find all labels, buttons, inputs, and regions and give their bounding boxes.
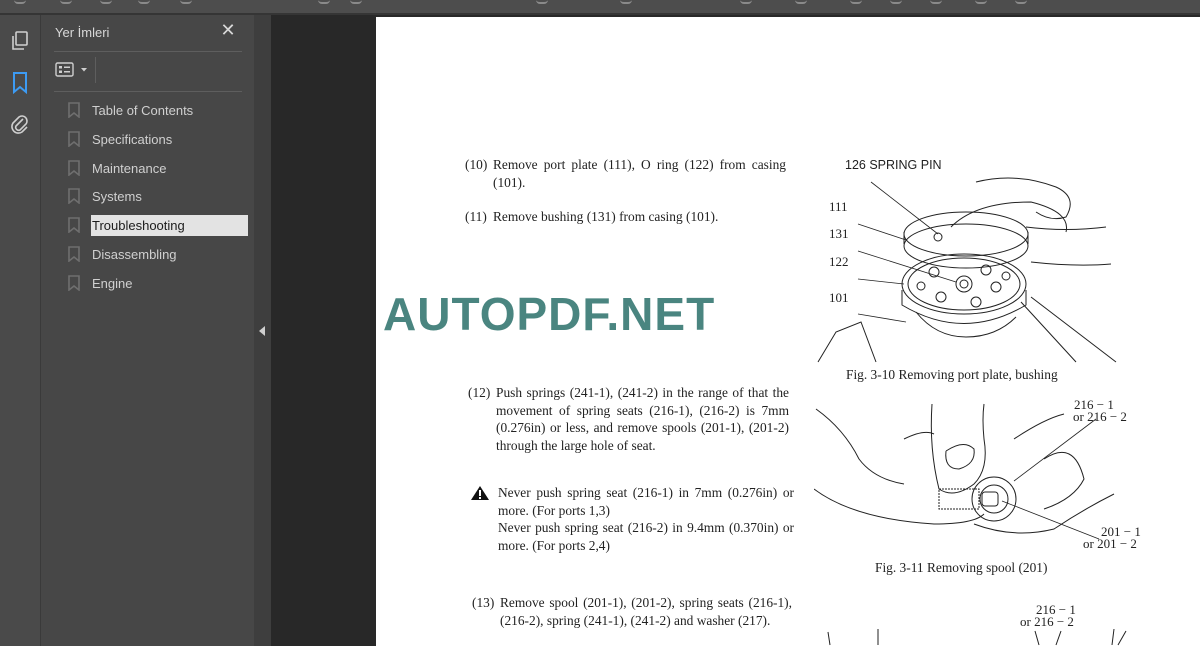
step-11: (11) Remove bushing (131) from casing (1… [465,208,865,226]
bookmark-icon [68,188,80,204]
chevron-down-icon [81,68,87,72]
bookmark-icon [68,246,80,262]
bookmark-label: Maintenance [92,160,167,176]
toolbar-icon[interactable] [850,0,862,4]
top-toolbar [0,0,1200,15]
toolbar-icon[interactable] [620,0,632,4]
label-216-2: or 216 − 2 [1073,409,1127,424]
figure-partial-illustration [827,628,1127,646]
toolbar-icon[interactable] [318,0,330,4]
bookmark-label: Disassembling [92,246,177,262]
toolbar-icon[interactable] [100,0,112,4]
step-number: (13) [472,595,495,610]
step-number: (12) [468,385,491,400]
step-text: Remove spool (201-1), (201-2), spring se… [500,595,792,628]
bookmark-item-disassembling[interactable]: Disassembling [68,242,181,266]
step-12: (12) Push springs (241-1), (241-2) in th… [468,384,789,454]
toolbar-icon[interactable] [14,0,26,4]
divider [54,91,242,92]
toolbar-icon[interactable] [890,0,902,4]
bookmark-label: Engine [92,275,133,291]
bookmark-icon[interactable] [8,71,32,95]
left-navigation-rail [0,15,41,646]
toolbar-icon[interactable] [180,0,192,4]
figure-caption: Fig. 3-11 Removing spool (201) [875,560,1048,575]
pages-icon[interactable] [8,29,32,53]
bookmark-label: Systems [92,188,142,204]
pdf-page: (10) Remove port plate (111), O ring (12… [376,17,1200,646]
bookmark-label: Troubleshooting [91,214,248,236]
toolbar-icon[interactable] [975,0,987,4]
step-10: (10) Remove port plate (111), O ring (12… [465,156,786,191]
panel-splitter[interactable] [254,15,271,646]
figure-caption: Fig. 3-10 Removing port plate, bushing [846,367,1058,382]
bookmarks-panel: Yer İmleri ✕ Table of Contents Specifica… [41,15,254,646]
bookmark-icon [68,102,80,118]
bookmark-icon [68,217,80,233]
toolbar-icon[interactable] [536,0,548,4]
divider [54,51,242,52]
bookmark-label: Table of Contents [92,102,194,118]
bookmark-item-specifications[interactable]: Specifications [68,127,176,151]
watermark: AUTOPDF.NET [383,288,716,340]
close-icon[interactable]: ✕ [220,21,236,39]
label-131: 131 [829,226,849,241]
bookmark-icon [68,275,80,291]
step-text: Remove port plate (111), O ring (122) fr… [493,157,786,190]
warning-note: Never push spring seat (216-1) in 7mm (0… [470,484,794,554]
figure-port-plate-illustration [817,177,1117,363]
step-text: Push springs (241-1), (241-2) in the ran… [496,385,789,453]
label-201-2: or 201 − 2 [1083,536,1137,551]
options-menu-button[interactable] [55,60,89,80]
toolbar-icon[interactable] [60,0,72,4]
warning-icon [471,486,489,500]
bookmark-item-table-of-contents[interactable]: Table of Contents [68,98,197,122]
bookmark-item-maintenance[interactable]: Maintenance [68,156,170,180]
bookmark-icon [68,160,80,176]
bookmark-item-troubleshooting[interactable]: Troubleshooting [68,213,248,237]
attachment-icon[interactable] [8,113,32,137]
toolbar-icon[interactable] [138,0,150,4]
toolbar-icon[interactable] [740,0,752,4]
step-number: (10) [465,157,488,172]
toolbar-icon[interactable] [1015,0,1027,4]
toolbar-icon[interactable] [930,0,942,4]
label-101: 101 [829,290,849,305]
label-spring-pin: 126 SPRING PIN [845,158,942,172]
step-number: (11) [465,209,487,224]
bookmark-label: Specifications [92,131,173,147]
collapse-panel-arrow-icon[interactable] [259,326,265,336]
bookmark-icon [68,131,80,147]
warning-text: Never push spring seat (216-2) in 9.4mm … [498,520,794,553]
bookmark-item-systems[interactable]: Systems [68,184,146,208]
warning-text: Never push spring seat (216-1) in 7mm (0… [498,485,794,518]
divider [95,57,96,83]
panel-title: Yer İmleri [55,25,110,40]
toolbar-icon[interactable] [350,0,362,4]
label-111: 111 [829,199,848,214]
step-13: (13) Remove spool (201-1), (201-2), spri… [472,594,792,629]
step-text: Remove bushing (131) from casing (101). [493,209,719,224]
bookmark-item-engine[interactable]: Engine [68,271,136,295]
toolbar-icon[interactable] [795,0,807,4]
list-options-icon [55,62,74,77]
label-122: 122 [829,254,849,269]
